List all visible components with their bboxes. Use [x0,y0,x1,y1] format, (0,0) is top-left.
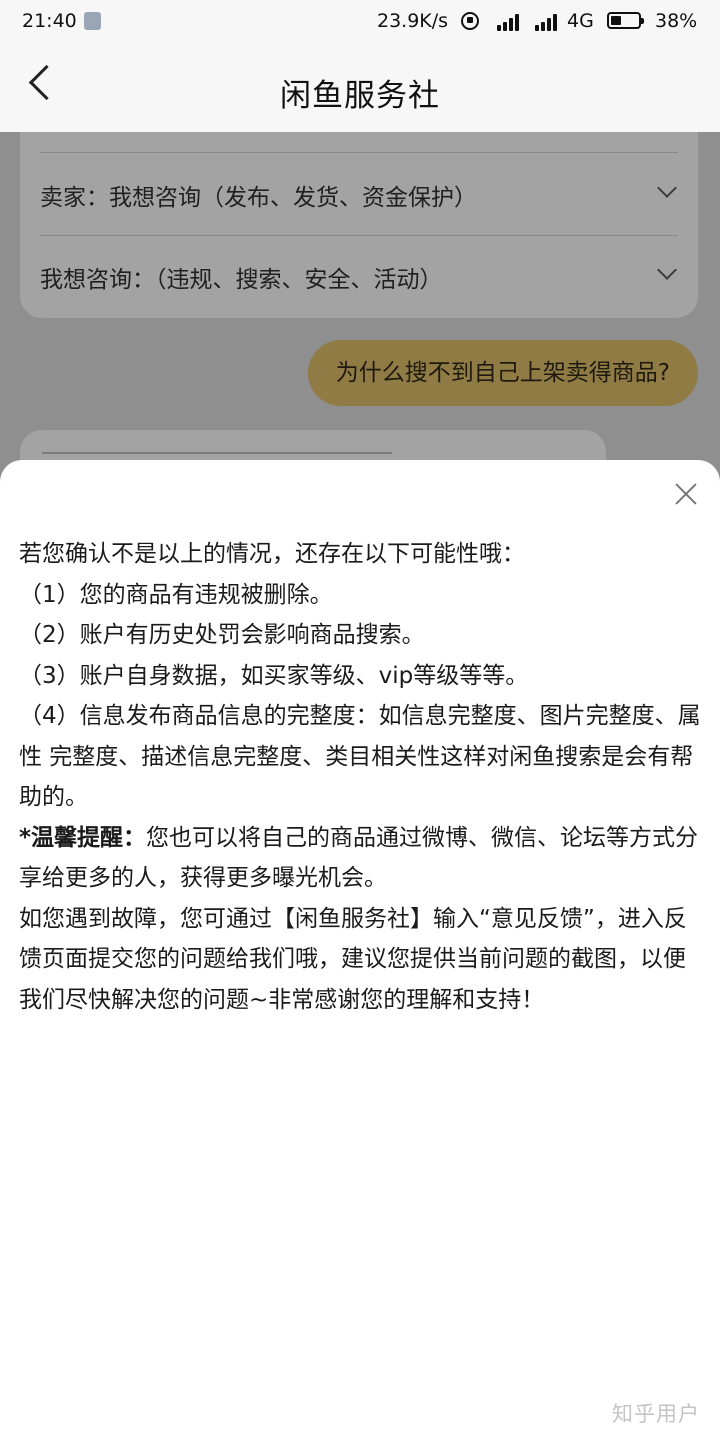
rotation-lock-icon [461,12,479,30]
answer-item-1: （1）您的商品有违规被删除。 [19,581,333,608]
page-title: 闲鱼服务社 [280,78,440,114]
tip-label: *温馨提醒： [19,824,147,851]
feedback-paragraph: 如您遇到故障，您可通过【闲鱼服务社】输入“意见反馈”，进入反馈页面提交您的问题给… [19,905,687,1013]
faq-divider [40,152,678,153]
status-bar: 21:40 23.9K/s 4G 38% [0,0,720,44]
signal-icon-2 [535,13,561,31]
answer-sheet: 若您确认不是以上的情况，还存在以下可能性哦： （1）您的商品有违规被删除。 （2… [0,460,720,1440]
faq-item-label: 我想咨询：（违规、搜索、安全、活动） [40,267,443,293]
faq-item-consult[interactable]: 我想咨询：（违规、搜索、安全、活动） [40,236,678,316]
chevron-down-icon [657,260,677,280]
faq-item-seller[interactable]: 卖家：我想咨询（发布、发货、资金保护） [40,154,678,234]
answer-item-4: （4）信息发布商品信息的完整度：如信息完整度、图片完整度、属性 完整度、描述信息… [19,703,701,810]
answer-item-2: （2）账户有历史处罚会影响商品搜索。 [19,622,425,648]
chat-area: 卖家：我想咨询（发布、发货、资金保护） 我想咨询：（违规、搜索、安全、活动） 为… [0,132,720,490]
chevron-down-icon [657,178,677,198]
network-speed: 23.9K/s [377,10,449,32]
answer-content: 若您确认不是以上的情况，还存在以下可能性哦： （1）您的商品有违规被删除。 （2… [19,534,703,1020]
user-message-bubble: 为什么搜不到自己上架卖得商品? [307,340,698,406]
battery-percent: 38% [655,10,698,32]
notification-icon [84,12,101,30]
close-icon[interactable] [674,482,698,506]
watermark: 知乎用户 [612,1402,700,1426]
faq-card: 卖家：我想咨询（发布、发货、资金保护） 我想咨询：（违规、搜索、安全、活动） [20,132,698,318]
tip-paragraph: *温馨提醒：您也可以将自己的商品通过微博、微信、论坛等方式分享给更多的人，获得更… [19,818,703,899]
faq-item-label: 卖家：我想咨询（发布、发货、资金保护） [40,185,477,211]
battery-icon [607,12,644,29]
answer-intro: 若您确认不是以上的情况，还存在以下可能性哦： [19,541,525,567]
answer-item-3: （3）账户自身数据，如买家等级、vip等级等等。 [19,662,529,689]
signal-icon [497,13,523,31]
network-type: 4G [567,10,594,32]
status-time: 21:40 [22,10,77,32]
